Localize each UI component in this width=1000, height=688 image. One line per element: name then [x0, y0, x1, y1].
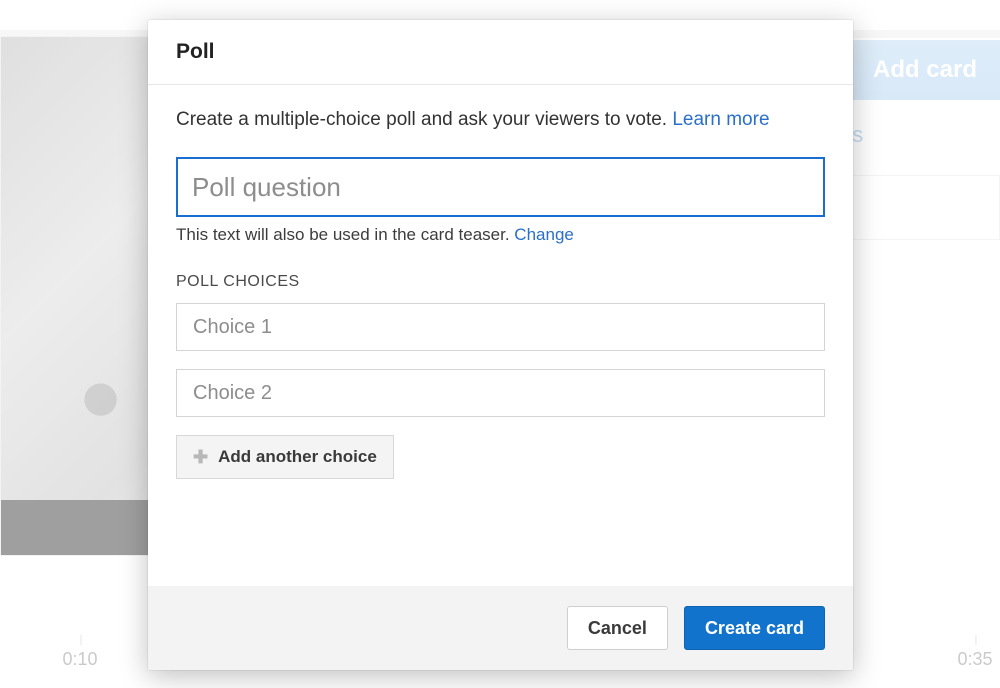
add-choice-label: Add another choice [218, 447, 377, 467]
teaser-helper-text: This text will also be used in the card … [176, 225, 514, 244]
add-card-button-bg: Add card [850, 40, 1000, 100]
modal-title: Poll [148, 20, 853, 85]
modal-footer: Cancel Create card [148, 586, 853, 670]
timeline-tick: 0:10 [62, 649, 97, 670]
poll-modal: Poll Create a multiple-choice poll and a… [148, 20, 853, 670]
choice-input-2[interactable] [176, 369, 825, 417]
teaser-helper: This text will also be used in the card … [176, 225, 825, 245]
cancel-button[interactable]: Cancel [567, 606, 668, 650]
teaser-change-link[interactable]: Change [514, 225, 574, 244]
intro-text: Create a multiple-choice poll and ask yo… [176, 109, 672, 130]
choices-label: POLL CHOICES [176, 273, 825, 291]
timeline-tick: 0:35 [957, 649, 992, 670]
poll-question-input[interactable] [176, 157, 825, 217]
create-card-button[interactable]: Create card [684, 606, 825, 650]
plus-icon: ✚ [193, 448, 208, 466]
choice-input-1[interactable] [176, 303, 825, 351]
modal-intro: Create a multiple-choice poll and ask yo… [176, 109, 825, 131]
tab-fragment: ds [840, 115, 1000, 155]
add-another-choice-button[interactable]: ✚ Add another choice [176, 435, 394, 479]
row-fragment: s [840, 175, 1000, 240]
learn-more-link[interactable]: Learn more [672, 109, 769, 130]
